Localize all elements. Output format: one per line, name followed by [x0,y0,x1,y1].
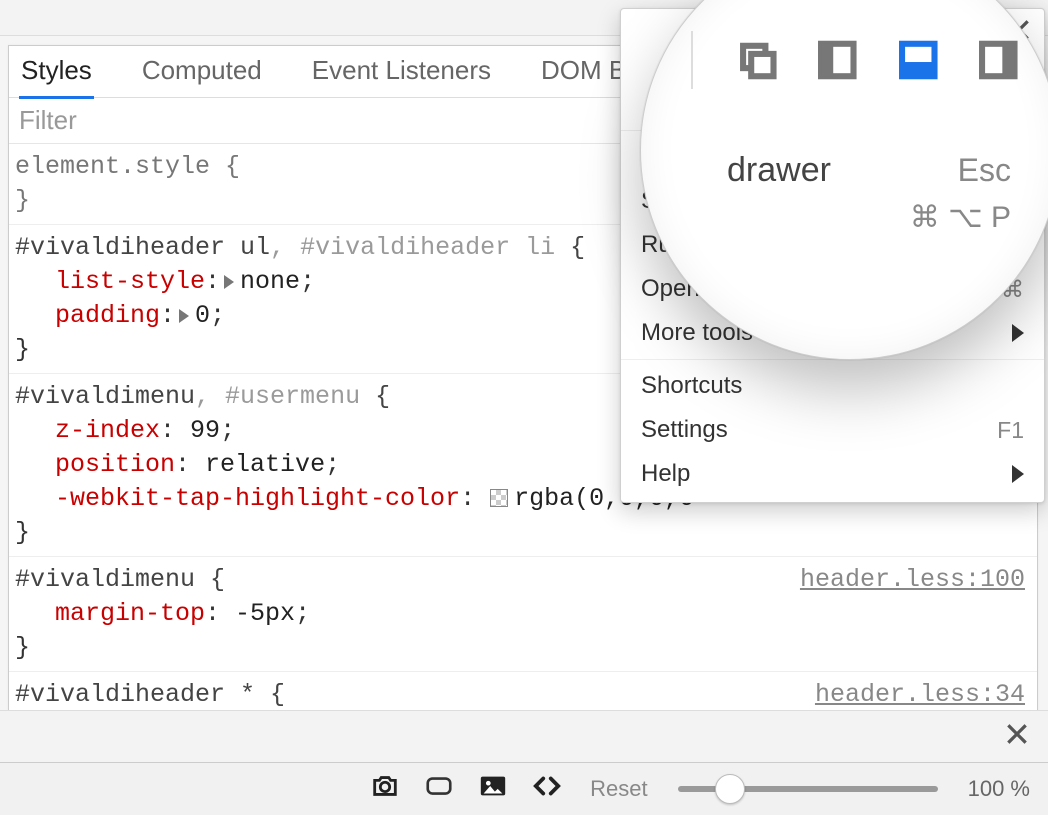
menu-item-shortcuts[interactable]: Shortcuts [621,364,1044,408]
selector-part: #usermenu [225,382,360,411]
colon: : [205,267,220,296]
css-property: margin-top [55,599,205,628]
close-brace: } [15,335,30,364]
dock-left-icon[interactable] [817,37,858,83]
semicolon: ; [210,301,225,330]
selector-part: #vivaldiheader ul [15,233,270,262]
toolbar-icons [370,771,562,807]
magnified-shortcut-hint: ⌘ ⌥ P [641,190,1048,235]
reset-button[interactable]: Reset [590,776,647,802]
selector: #vivaldiheader ul, #vivaldiheader li { [15,233,585,262]
colon: : [460,484,490,513]
tab-computed[interactable]: Computed [140,47,264,96]
dock-bottom-icon[interactable] [898,37,939,83]
magnified-drawer-item[interactable]: drawer Esc [641,91,1048,190]
css-value: relative [205,450,325,479]
chevron-right-icon [1012,465,1024,483]
slider-thumb[interactable] [715,774,745,804]
selector-sep: , [195,382,225,411]
css-value: -5px [235,599,295,628]
css-property: -webkit-tap-highlight-color [55,484,460,513]
selector-part: #vivaldimenu [15,382,195,411]
magnified-dock-row [691,31,1019,89]
css-property: padding [55,301,160,330]
expand-triangle-icon[interactable] [224,275,234,289]
selector: #vivaldimenu { [15,565,225,594]
bottom-toolbar: Reset 100 % [0,762,1048,815]
magnifier-overlay: drawer Esc ⌘ ⌥ P [640,0,1048,360]
close-brace: } [15,518,30,547]
css-value: none [240,267,300,296]
css-value: 99 [190,416,220,445]
close-brace: } [15,633,30,662]
selector-part: #vivaldiheader * [15,680,255,709]
open-brace: { [360,382,390,411]
colon: : [175,450,205,479]
semicolon: ; [295,599,310,628]
css-property: position [55,450,175,479]
drawer-shortcut: Esc [958,152,1011,189]
drawer-label: drawer [727,151,831,190]
menu-shortcut: F1 [997,417,1024,444]
menu-item-label: Shortcuts [641,372,742,400]
open-brace: { [555,233,585,262]
zoom-slider[interactable] [678,786,938,792]
color-swatch-icon[interactable] [490,489,508,507]
close-brace: } [15,186,30,215]
selector: #vivaldiheader * { [15,680,285,709]
close-drawer-icon[interactable] [1004,721,1030,752]
source-link[interactable]: header.less:100 [800,563,1025,597]
source-link[interactable]: header.less:34 [815,678,1025,712]
menu-item-help[interactable]: Help [621,452,1044,496]
css-property: z-index [55,416,160,445]
declaration[interactable]: margin-top: -5px; [15,597,1027,631]
open-brace: { [195,565,225,594]
rounded-rect-icon[interactable] [424,771,454,807]
camera-icon[interactable] [370,771,400,807]
css-property: list-style [55,267,205,296]
rule-vivaldimenu[interactable]: header.less:100 #vivaldimenu { margin-to… [9,557,1037,672]
semicolon: ; [325,450,340,479]
semicolon: ; [220,416,235,445]
image-icon[interactable] [478,771,508,807]
menu-item-settings[interactable]: Settings F1 [621,408,1044,452]
css-value: 0 [195,301,210,330]
dock-undock-icon[interactable] [737,37,778,83]
menu-item-label: Help [641,460,690,488]
drawer-bar [0,710,1048,762]
colon: : [205,599,235,628]
code-icon[interactable] [532,771,562,807]
zoom-value: 100 % [968,776,1030,802]
selector: #vivaldimenu, #usermenu { [15,382,390,411]
separator [691,31,693,89]
colon: : [160,301,175,330]
selector-element-style: element.style { [15,152,240,181]
tab-styles[interactable]: Styles [19,47,94,99]
semicolon: ; [300,267,315,296]
dock-right-icon[interactable] [978,37,1019,83]
selector-sep: , [270,233,300,262]
menu-item-label: Settings [641,416,728,444]
expand-triangle-icon[interactable] [179,309,189,323]
colon: : [160,416,190,445]
selector-part: #vivaldiheader li [300,233,555,262]
open-brace: { [255,680,285,709]
selector-part: #vivaldimenu [15,565,195,594]
tab-event-listeners[interactable]: Event Listeners [310,47,493,96]
